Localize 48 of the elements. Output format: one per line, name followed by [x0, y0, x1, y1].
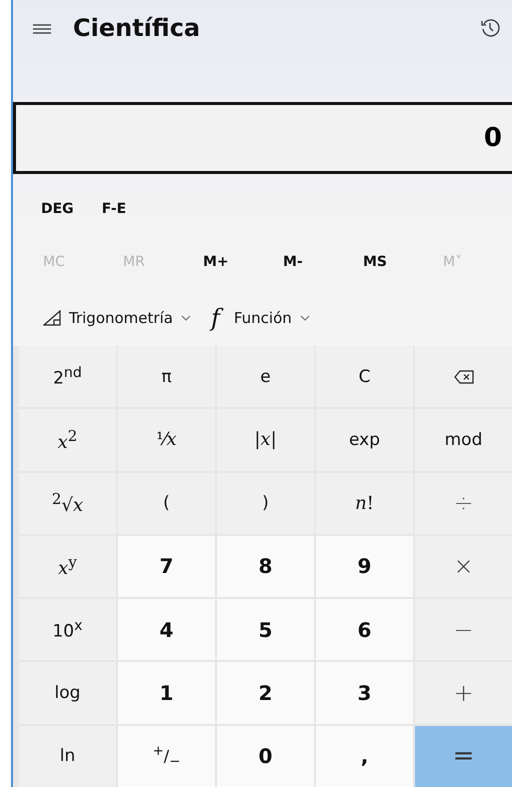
calculator-key[interactable]: 7 [118, 536, 215, 598]
calculator-key[interactable]: 10$^{x}$ [19, 599, 116, 660]
calculator-key[interactable]: 5 [217, 599, 314, 660]
function-dropdown[interactable]: f Función [210, 304, 310, 332]
mode-title: Científica [73, 13, 200, 44]
calculator-key[interactable]: |x| [217, 409, 314, 471]
calculator-key[interactable]: ¹⁄x [118, 409, 215, 471]
result-value: 0 [484, 123, 502, 153]
calculator-key[interactable]: ÷ [415, 472, 512, 534]
calculator-key[interactable]: x$^{y}$ [19, 536, 116, 598]
calculator-key[interactable]: ln [19, 726, 116, 787]
calculator-key[interactable]: 2$^{nd}$ [19, 346, 116, 408]
calculator-key[interactable]: + [415, 662, 512, 724]
calculator-key[interactable]: 0 [217, 726, 314, 787]
calculator-key[interactable]: − [415, 599, 512, 660]
calculator-key[interactable]: ) [217, 472, 314, 534]
calculator-key[interactable]: n! [316, 472, 413, 534]
calculator-key[interactable]: C [316, 346, 413, 408]
calculator-key[interactable]: , [316, 726, 413, 787]
calculator-key[interactable]: x$^{2}$ [19, 409, 116, 471]
calculator-key[interactable]: 2 [217, 662, 314, 724]
calculator-key[interactable]: e [217, 346, 314, 408]
chevron-icon [300, 315, 310, 321]
memory-button[interactable]: M+ [189, 249, 269, 275]
backspace-icon [454, 370, 474, 384]
memory-button[interactable]: M- [269, 249, 349, 275]
mode-button[interactable]: F-E [102, 198, 126, 220]
function-dropdown[interactable]: Trigonometría [43, 307, 191, 329]
calculator-key[interactable]: × [415, 536, 512, 598]
calculator-key[interactable]: log [19, 662, 116, 724]
chevron-icon [180, 315, 191, 321]
calculator-key[interactable]: mod [415, 409, 512, 471]
calculator-key[interactable]: π [118, 346, 215, 408]
calculator-key[interactable]: $^{2}$√x [19, 472, 116, 534]
calculator-key[interactable]: 8 [217, 536, 314, 598]
history-icon[interactable] [480, 18, 500, 38]
memory-button[interactable]: MS [349, 249, 429, 275]
calculator-key[interactable]: 4 [118, 599, 215, 660]
calculator-key[interactable]: 3 [316, 662, 413, 724]
calculator-key[interactable]: 9 [316, 536, 413, 598]
calculator-key[interactable]: = [415, 726, 512, 787]
calculator-key[interactable]: exp [316, 409, 413, 471]
calculator-key[interactable]: ( [118, 472, 215, 534]
triangle-icon [43, 310, 61, 326]
calculator-key[interactable]: $^{+}$/$_{−}$ [118, 726, 215, 787]
calculator-key[interactable]: 6 [316, 599, 413, 660]
calculator-key[interactable]: 1 [118, 662, 215, 724]
mode-button[interactable]: DEG [41, 198, 74, 220]
